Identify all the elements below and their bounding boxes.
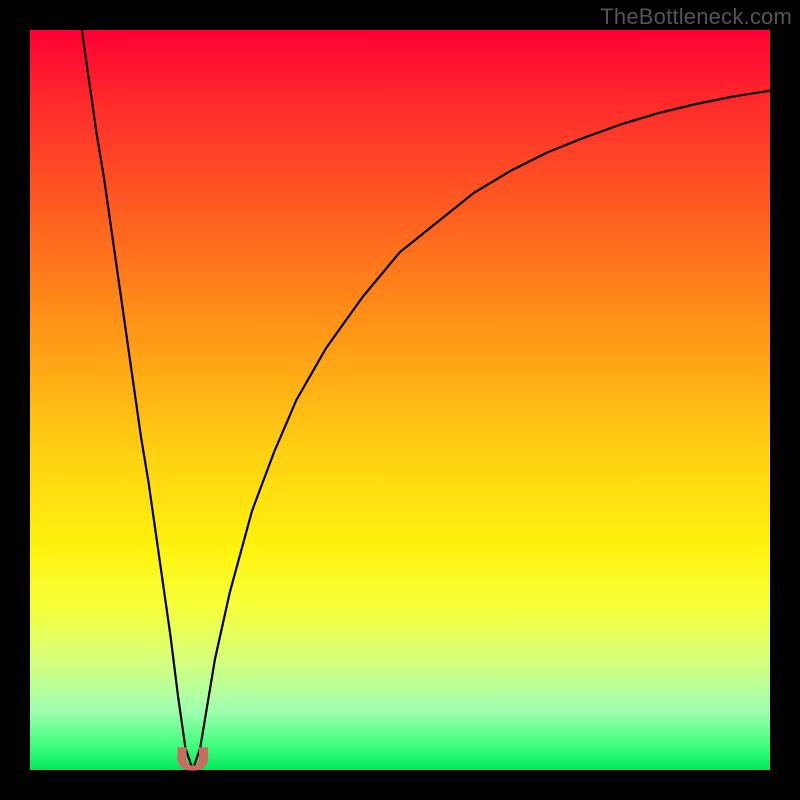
chart-frame bbox=[30, 30, 770, 770]
chart-svg bbox=[30, 30, 770, 770]
watermark-text: TheBottleneck.com bbox=[600, 4, 792, 30]
optimal-marker bbox=[178, 748, 208, 770]
bottleneck-curve bbox=[82, 30, 770, 770]
